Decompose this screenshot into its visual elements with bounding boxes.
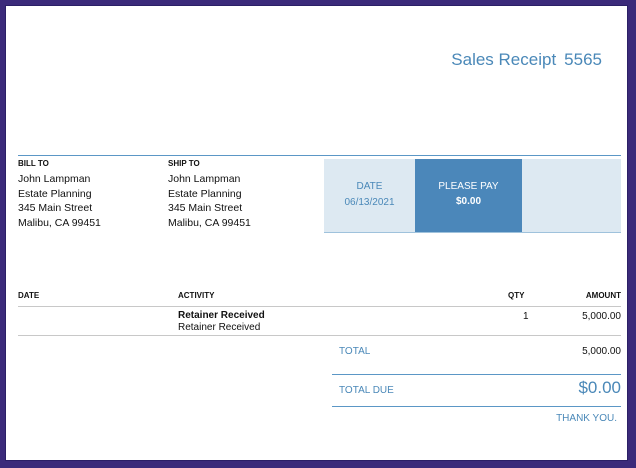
row-activity: Retainer Received Retainer Received [178,310,265,334]
receipt-title-label: Sales Receipt [451,50,557,69]
thank-you-note: THANK YOU. [556,413,617,424]
receipt-page: Sales Receipt 5565 BILL TO John Lampman E… [5,5,628,461]
total-value: 5,000.00 [582,346,621,357]
ship-to-company: Estate Planning [168,187,242,200]
row-amount: 5,000.00 [582,311,621,322]
receipt-title: Sales Receipt 5565 [451,50,602,70]
ship-to-street: 345 Main Street [168,202,243,215]
date-value: 06/13/2021 [344,197,395,208]
row-qty: 1 [523,311,529,322]
total-due-label: TOTAL DUE [339,385,394,396]
col-header-activity: ACTIVITY [178,291,215,300]
please-pay-label: PLEASE PAY [438,181,499,192]
ship-to-city: Malibu, CA 99451 [168,216,251,229]
row-activity-desc: Retainer Received [178,322,261,333]
ship-to-block: SHIP TO John Lampman Estate Planning 345… [168,158,251,230]
total-due-value: $0.00 [578,378,621,397]
bill-to-company: Estate Planning [18,187,92,200]
header-divider [18,155,621,156]
total-due-row: TOTAL DUE $0.00 [332,374,621,407]
bill-to-heading: BILL TO [18,159,49,168]
col-header-qty: QTY [508,291,525,300]
please-pay-value: $0.00 [455,196,482,207]
date-box: DATE 06/13/2021 [324,159,415,233]
bill-to-city: Malibu, CA 99451 [18,216,101,229]
date-label: DATE [356,181,383,192]
table-row: Retainer Received Retainer Received 1 5,… [18,308,621,336]
receipt-number: 5565 [564,50,602,69]
ship-to-heading: SHIP TO [168,159,200,168]
bill-to-street: 345 Main Street [18,202,93,215]
bill-to-name: John Lampman [18,173,91,185]
bill-to-block: BILL TO John Lampman Estate Planning 345… [18,158,101,230]
table-header: DATE ACTIVITY QTY AMOUNT [18,288,621,307]
ship-to-name: John Lampman [168,173,241,185]
row-activity-name: Retainer Received [178,310,265,321]
total-label: TOTAL [339,346,371,357]
summary-panel: DATE 06/13/2021 PLEASE PAY $0.00 [324,159,621,233]
col-header-amount: AMOUNT [585,291,621,300]
total-row: TOTAL 5,000.00 [332,335,621,375]
please-pay-box: PLEASE PAY $0.00 [415,159,522,232]
col-header-date: DATE [18,291,40,300]
